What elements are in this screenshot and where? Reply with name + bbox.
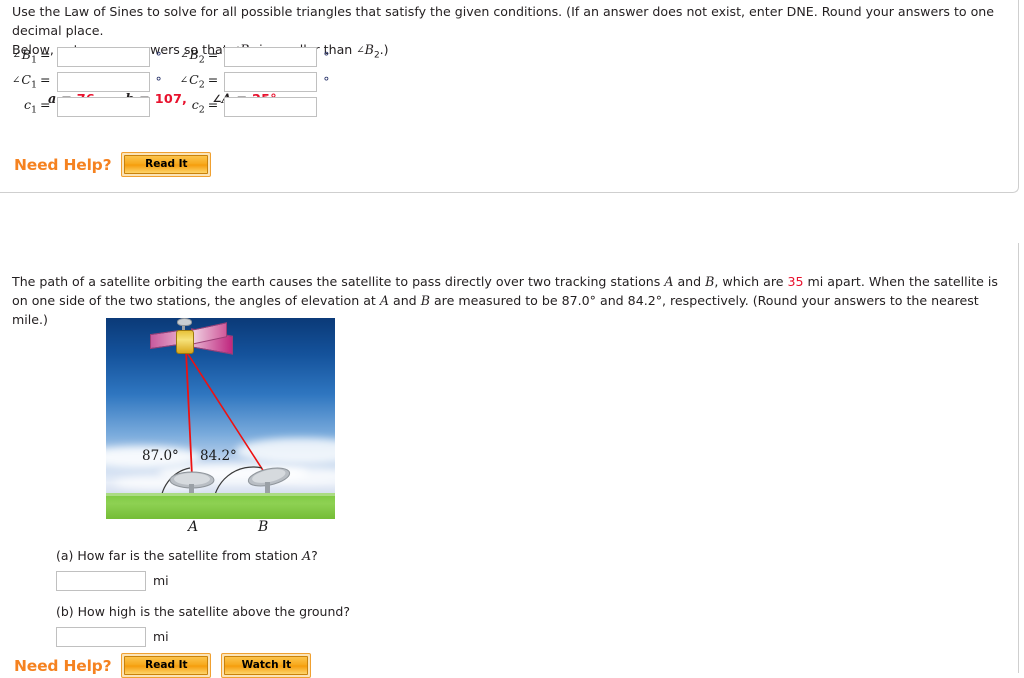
label-B1-var: B <box>21 47 31 63</box>
label-C2-eq: = <box>207 72 219 88</box>
read-it-button-q1[interactable]: Read It <box>121 152 212 177</box>
input-satellite-height[interactable] <box>56 627 146 647</box>
read-it-label-q2: Read It <box>124 656 209 675</box>
input-angle-b2[interactable] <box>224 46 318 67</box>
label-B2-sub: 2 <box>198 54 205 66</box>
label-C1: ∠C1 = <box>12 69 57 94</box>
station-letters-row: A B <box>106 519 335 537</box>
sub-question-a-end: ? <box>311 548 318 563</box>
label-B2-eq: = <box>207 47 219 63</box>
read-it-label-q1: Read It <box>124 155 209 174</box>
label-C1-var: C <box>21 72 31 88</box>
label-C1-eq: = <box>40 72 51 88</box>
label-c2-sub: 2 <box>198 104 205 116</box>
label-c2-eq: = <box>207 97 219 113</box>
label-B2-var: B <box>189 47 199 63</box>
question-one-panel: Use the Law of Sines to solve for all po… <box>0 0 1019 193</box>
input-angle-c2[interactable] <box>224 71 318 92</box>
q2-and-2: and <box>388 293 421 308</box>
label-B2: ∠B2 = <box>180 44 225 69</box>
angle-symbol-2: ∠ <box>356 45 365 56</box>
sub-question-b-label: (b) How high is the satellite above the … <box>56 604 350 619</box>
angle-icon-4: ∠ <box>179 75 189 87</box>
sub-question-b-answer-row: mi <box>56 627 350 647</box>
angle-icon-3: ∠ <box>12 75 21 87</box>
table-row: ∠C1 = ° ∠C2 = ° <box>12 69 348 94</box>
sub-question-a-label: (a) How far is the satellite from statio… <box>56 548 303 563</box>
label-B1-eq: = <box>40 47 51 63</box>
label-c1-eq: = <box>40 97 51 113</box>
q2-station-b-2: B <box>420 293 430 308</box>
label-c1: c1 = <box>12 94 57 119</box>
answer-fields-table: ∠B1 = ° ∠B2 = ° ∠C1 = ° ∠C2 = ° c1 = c2 … <box>12 44 348 119</box>
unit-B1: ° <box>155 49 162 64</box>
cell-input-B1 <box>56 44 150 69</box>
sub-question-a: (a) How far is the satellite from statio… <box>56 547 318 591</box>
need-help-row-q2: Need Help? Read It Watch It <box>14 653 312 678</box>
need-help-label-q1: Need Help? <box>14 155 112 174</box>
sub-question-a-var: A <box>302 548 312 563</box>
q2-and: and <box>673 274 706 289</box>
table-row: c1 = c2 = <box>12 94 348 119</box>
label-C2-sub: 2 <box>198 79 205 91</box>
prompt-line-2-post: .) <box>379 42 389 57</box>
cell-input-c2 <box>224 94 318 119</box>
q2-station-a-2: A <box>379 293 389 308</box>
cell-input-C1 <box>56 69 150 94</box>
angle-label-a: 87.0° <box>142 448 179 464</box>
unit-B2: ° <box>323 49 330 64</box>
sub-question-b-text: (b) How high is the satellite above the … <box>56 603 350 621</box>
unit-C1: ° <box>155 74 162 89</box>
unit-mi-b: mi <box>153 629 169 644</box>
input-distance-from-a[interactable] <box>56 571 146 591</box>
label-c2: c2 = <box>180 94 225 119</box>
cell-input-C2 <box>224 69 318 94</box>
sub-question-b: (b) How high is the satellite above the … <box>56 603 350 647</box>
satellite-body <box>176 330 194 354</box>
angle-icon: ∠ <box>12 50 21 62</box>
input-angle-b1[interactable] <box>56 46 150 67</box>
watch-it-label-q2: Watch It <box>224 656 309 675</box>
angle-icon-2: ∠ <box>180 50 189 62</box>
read-it-button-q2[interactable]: Read It <box>121 653 212 678</box>
label-B1: ∠B1 = <box>12 44 57 69</box>
satellite-diagram: 87.0° 84.2° <box>106 318 335 519</box>
ground-strip <box>106 493 335 519</box>
sight-line-a <box>185 350 193 477</box>
prompt-line-1: Use the Law of Sines to solve for all po… <box>12 4 995 38</box>
label-C2: ∠C2 = <box>180 69 225 94</box>
angle-label-b: 84.2° <box>200 448 237 464</box>
watch-it-button-q2[interactable]: Watch It <box>221 653 312 678</box>
need-help-row-q1: Need Help? Read It <box>14 152 212 177</box>
unit-c1 <box>150 94 180 119</box>
sub-question-a-text: (a) How far is the satellite from statio… <box>56 547 318 565</box>
need-help-label-q2: Need Help? <box>14 656 112 675</box>
label-C2-var: C <box>189 72 199 88</box>
station-b-letter: B <box>258 519 269 535</box>
q2-text-part1: The path of a satellite orbiting the ear… <box>12 274 665 289</box>
label-c2-var: c <box>191 97 199 113</box>
satellite-antenna-dish <box>177 318 192 326</box>
sub-question-a-answer-row: mi <box>56 571 318 591</box>
unit-C2: ° <box>323 74 330 89</box>
input-side-c1[interactable] <box>56 96 150 117</box>
label-c1-var: c <box>23 97 31 113</box>
unit-c2 <box>317 94 347 119</box>
cell-input-B2 <box>224 44 318 69</box>
station-a-letter: A <box>188 519 199 535</box>
unit-mi-a: mi <box>153 573 169 588</box>
input-side-c2[interactable] <box>224 96 318 117</box>
q2-text-part2: , which are <box>714 274 788 289</box>
table-row: ∠B1 = ° ∠B2 = ° <box>12 44 348 69</box>
prompt-var-b2: B <box>364 42 374 57</box>
q2-distance-value: 35 <box>787 274 804 289</box>
input-angle-c1[interactable] <box>56 71 150 92</box>
cell-input-c1 <box>56 94 150 119</box>
